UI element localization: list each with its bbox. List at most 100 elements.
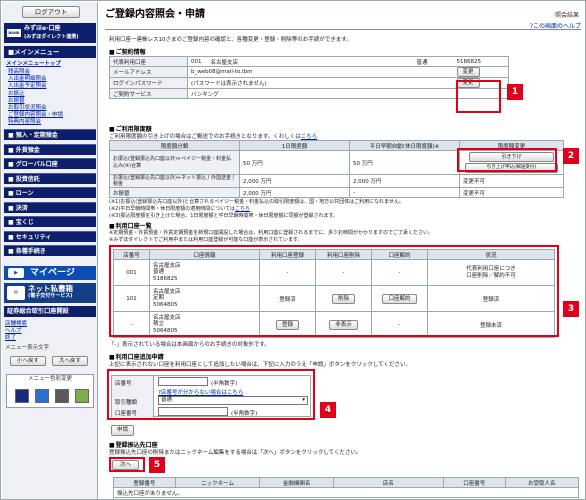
account-number-hint: (半角数字)	[231, 411, 258, 417]
securities-open-banner[interactable]: 証券総合取引口座開設	[4, 306, 96, 317]
color-swatch-gray[interactable]	[55, 389, 69, 403]
exit-link[interactable]: 終了	[5, 335, 16, 342]
main-content: ご登録内容照会・申請 照会結果 ?この画面のヘルプ 利用口座一連帳レス10さまの…	[101, 2, 585, 499]
callout-box-2	[457, 148, 557, 172]
table-row: メールアドレス b_web08@mail-to.ibm 変更	[109, 66, 509, 78]
branch-name: 名古屋支店	[207, 56, 414, 67]
callout-number-1: 1	[507, 84, 523, 100]
sidebar: ログアウト BANK みずほe-口座 (みずほダイレクト連携) ■メインメニュー…	[2, 2, 98, 499]
color-swatch-green[interactable]	[75, 389, 89, 403]
contract-table: 代表利用口座 001 名古屋支店 普通 5186825 メールアドレス b_we…	[109, 56, 509, 99]
color-swatch-navy[interactable]	[15, 389, 29, 403]
col-header: 登録番号	[113, 477, 176, 488]
callout-number-5: 5	[149, 457, 165, 473]
sidebar-item[interactable]: ■ 外貨預金	[4, 143, 96, 155]
chevron-down-icon: ▾	[302, 397, 305, 403]
mypage-banner[interactable]: ▶ マイページ	[4, 266, 96, 280]
account-number-input[interactable]	[158, 407, 228, 416]
menu-top-link[interactable]: メインメニュートップ	[6, 61, 61, 68]
table-row: お振替 2,000 万円 - 変更不可	[109, 187, 564, 198]
branch-search-link[interactable]: 店舗検索	[5, 321, 27, 328]
transfer-note: 登録振込先口座の削除またはニックネーム編集をする場合は「次へ」ボタンをクリックし…	[109, 450, 362, 456]
app-root: ログアウト BANK みずほe-口座 (みずほダイレクト連携) ■メインメニュー…	[0, 0, 586, 500]
limit-early: 50 万円	[349, 150, 460, 175]
add-account-note: 上記に表示されない口座を利用口座として追加したい場合は、下記に入力のうえ「申請」…	[109, 362, 412, 368]
limit-change: 変更不可	[459, 187, 564, 198]
col-header: ニックネーム	[174, 477, 261, 488]
col-header: 1日限度額	[239, 140, 350, 151]
accounts-note-2: ※みずほダイレクトでご利用中または利用口座登録が可能な口座が表示されています。	[109, 237, 303, 243]
limit-footnote-3: (※3)振込限度額を引き上げた場合、1日限度額と平日早朝時間帯・休日限度額に同額…	[109, 213, 338, 219]
contract-label: ログインパスワード	[109, 77, 188, 89]
branch-lookup-link[interactable]: ?店番号が分からない場合はこちら	[158, 388, 243, 396]
col-header: 金融機関名	[259, 477, 334, 488]
limit-note: ご利用限度額の引き上げの場合はご郵送でのお手続きとなります。くわしくはこちら	[109, 132, 317, 140]
col-header: 平日早朝自動(休日限度額)※	[349, 140, 460, 151]
callout-box-1	[456, 80, 501, 113]
font-small-button[interactable]: 小へ戻す	[10, 356, 46, 366]
limit-label: お振込(登録振込先口座以外)+ペイジー税金・料金払込み(※)合算	[109, 150, 240, 175]
net-mailbox-banner[interactable]: ✉ ネット私書箱 (電子交付サービス)	[4, 283, 96, 303]
main-menu-header: ■メインメニュー	[4, 46, 96, 58]
sidebar-link[interactable]: お振替	[8, 98, 25, 105]
email-change-button[interactable]: 変更	[456, 67, 480, 77]
table-row: 振込先口座がありません。	[113, 487, 579, 498]
contract-label: 代表利用口座	[109, 56, 188, 67]
limit-footnote-2: (※2)平日早朝時間帯・休日限度額の適用時間についてはこちら	[109, 205, 250, 212]
table-row: 代表利用口座 001 名古屋支店 普通 5186825	[109, 56, 509, 67]
mypage-label: マイページ	[30, 268, 75, 278]
limit-footnote-1: (※1)お振込(登録振込先口座以外)と合算されるペイジー税金・料金払込の取引限度…	[109, 199, 405, 205]
logout-button[interactable]: ログアウト	[22, 6, 80, 18]
account-type: 普通	[413, 56, 454, 67]
help-link[interactable]: ヘルプ	[5, 328, 22, 335]
apply-button[interactable]: 申請	[111, 425, 135, 436]
type-label: 取引種類	[115, 400, 138, 406]
sidebar-item[interactable]: ■ セキュリティ	[4, 230, 96, 242]
limit-daily: 50 万円	[239, 150, 350, 175]
font-large-button[interactable]: 大へ戻す	[52, 356, 88, 366]
sidebar-item[interactable]: ■ 宝くじ	[4, 216, 96, 227]
limit-daily: 2,000 万円	[239, 174, 350, 188]
type-select-value: 普通	[161, 397, 173, 403]
contract-label: メールアドレス	[109, 66, 188, 78]
transfer-table: 登録番号 ニックネーム 金融機関名 店名 口座番号 お受取人名 振込先口座があり…	[113, 477, 580, 498]
page-title: ご登録内容照会・申請	[105, 9, 205, 20]
add-account-form: 店番号 (半角数字) ?店番号が分からない場合はこちら 取引種類 普通 ▾ 口座番…	[111, 375, 311, 418]
branch-hint: (半角数字)	[211, 381, 238, 387]
branch-input[interactable]	[158, 377, 208, 386]
sidebar-item[interactable]: ■ 決済	[4, 201, 96, 213]
account-number-label: 口座番号	[115, 411, 138, 417]
sidebar-item[interactable]: ■ グローバル口座	[4, 158, 96, 169]
col-header: 店名	[332, 477, 444, 488]
callout-number-4: 4	[320, 402, 336, 418]
page-status: 照会結果	[554, 12, 579, 19]
sidebar-item[interactable]: ■ 預入・定期預金	[4, 129, 96, 140]
callout-box-3	[109, 245, 559, 337]
table-header-row: 登録番号 ニックネーム 金融機関名 店名 口座番号 お受取人名	[113, 477, 580, 488]
sidebar-item[interactable]: ■ 各種手続き	[4, 245, 96, 256]
table-row: ログインパスワード (パスワードは表示されません) 変更	[109, 77, 509, 89]
sidebar-item[interactable]: ■ 投資信託	[4, 172, 96, 184]
next-button[interactable]: 次へ	[112, 460, 140, 470]
branch-code: 001	[187, 56, 208, 67]
branch-label: 店番号	[115, 381, 132, 387]
accounts-note-1: ※定期預金・外貨預金・外貨定期預金を新規口座開設した場合は、利用口座に登録される…	[109, 230, 434, 236]
account-number: 5186825	[453, 56, 509, 67]
sidebar-item[interactable]: ■ ローン	[4, 187, 96, 198]
type-select[interactable]: 普通 ▾	[158, 396, 308, 405]
col-header: 口座番号	[442, 477, 506, 488]
sidebar-link[interactable]: 特典内容照会	[8, 119, 41, 126]
color-change-label: メニュー色彩変更	[27, 376, 72, 382]
email-value: b_web08@mail-to.ibm	[187, 66, 454, 78]
sidebar-link[interactable]: お振込	[8, 91, 25, 98]
sidebar-link[interactable]: 入出金予定照会	[8, 83, 47, 90]
title-divider	[105, 29, 581, 30]
limit-change: 変更不可	[459, 174, 564, 188]
bank-name-sub: (みずほダイレクト連携)	[24, 34, 79, 40]
net-mailbox-sub: (電子交付サービス)	[28, 293, 73, 299]
bank-logo-icon: BANK	[7, 29, 21, 37]
table-row: お振込(登録振込先口座以外)+ネット振込 / 外国送金 / 税金 2,000 万…	[109, 174, 564, 188]
color-swatch-blue[interactable]	[35, 389, 49, 403]
transfer-empty-message: 振込先口座がありません。	[113, 487, 579, 498]
limit-label: お振込(登録振込先口座以外)+ネット振込 / 外国送金 / 税金	[109, 174, 240, 188]
